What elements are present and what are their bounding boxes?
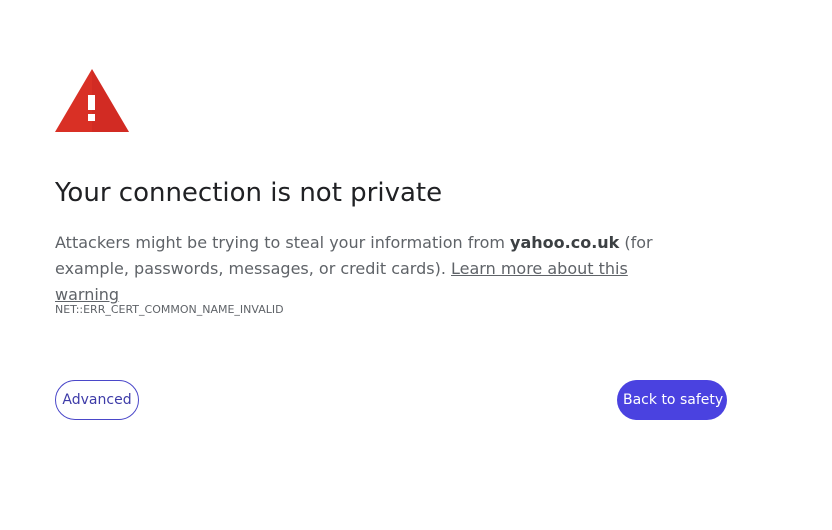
advanced-button[interactable]: Advanced <box>55 380 139 420</box>
site-domain: yahoo.co.uk <box>510 233 620 252</box>
warning-triangle-icon <box>55 69 129 132</box>
page-title: Your connection is not private <box>55 178 443 208</box>
error-code: NET::ERR_CERT_COMMON_NAME_INVALID <box>55 303 284 316</box>
back-to-safety-button[interactable]: Back to safety <box>617 380 727 420</box>
warning-description: Attackers might be trying to steal your … <box>55 230 695 308</box>
security-interstitial-page: Your connection is not private Attackers… <box>0 0 832 530</box>
description-prefix: Attackers might be trying to steal your … <box>55 233 511 252</box>
